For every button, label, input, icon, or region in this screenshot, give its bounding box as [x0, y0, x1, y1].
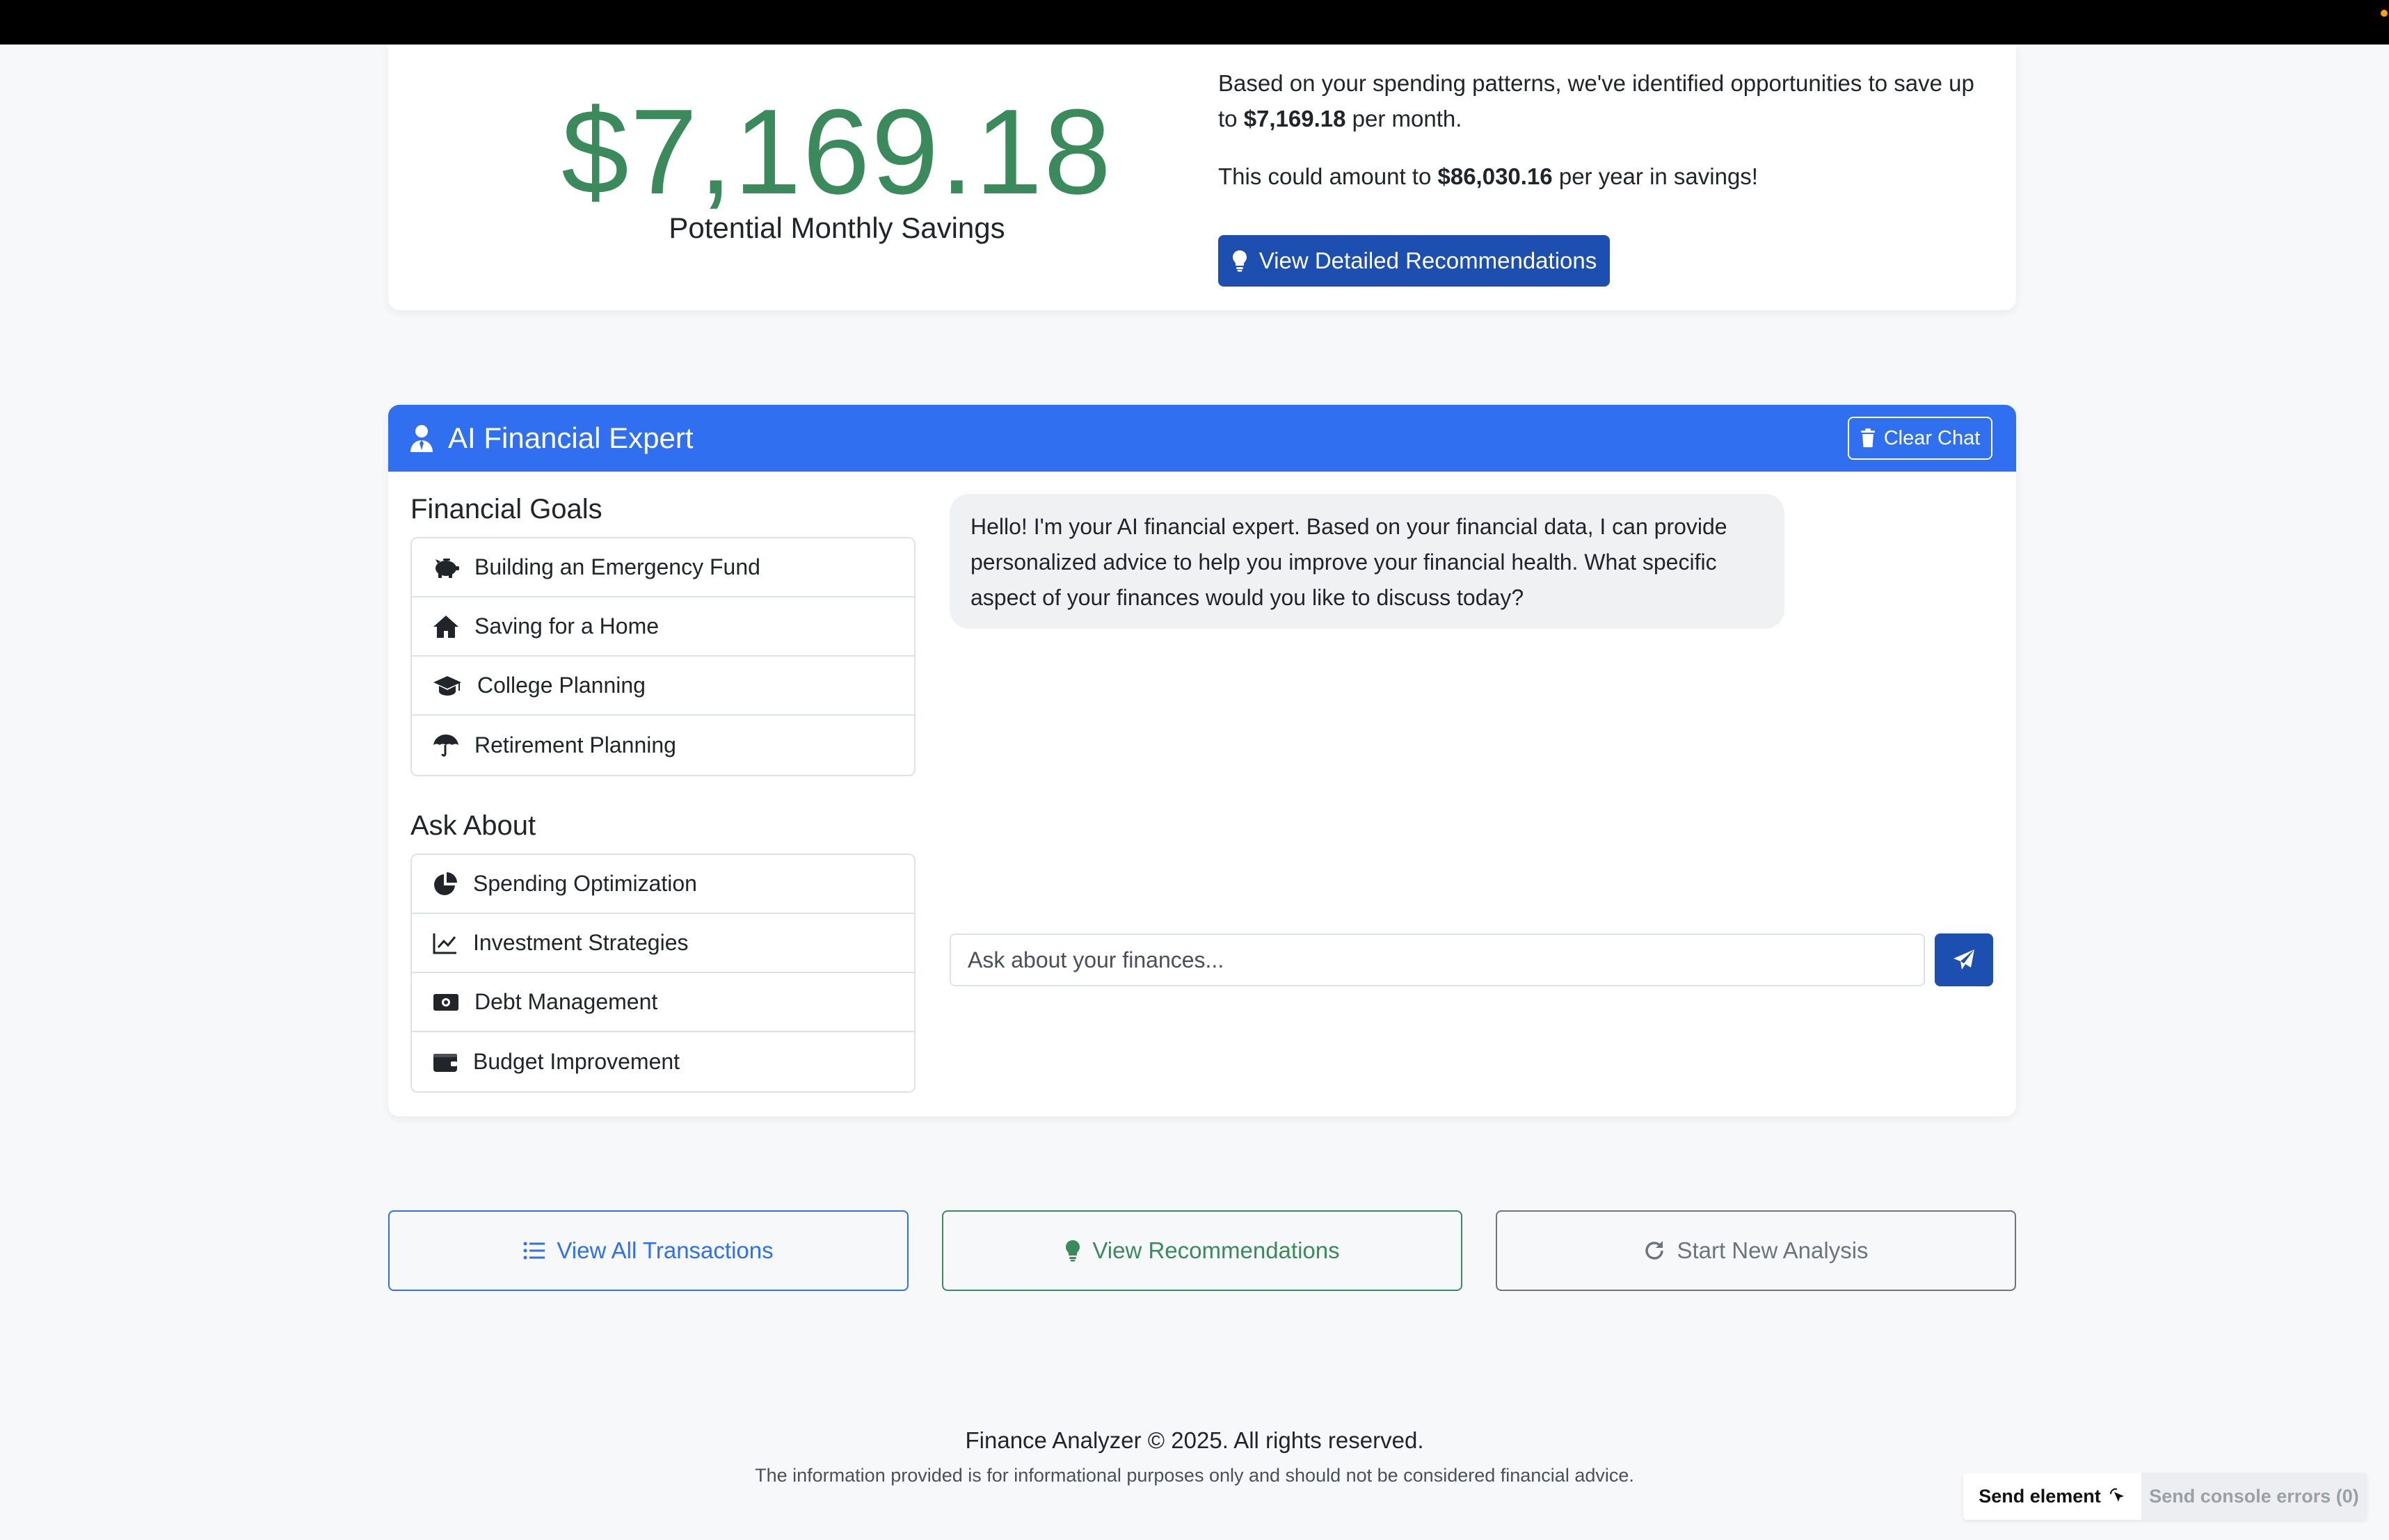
chat-title: AI Financial Expert	[448, 422, 694, 454]
goal-college[interactable]: College Planning	[412, 657, 914, 716]
lightbulb-icon	[1066, 1240, 1080, 1262]
start-new-analysis-button[interactable]: Start New Analysis	[1496, 1210, 2016, 1291]
cursor-click-icon	[2109, 1488, 2124, 1502]
savings-line-yearly: This could amount to $86,030.16 per year…	[1218, 163, 1758, 189]
view-recommendations-button[interactable]: View Recommendations	[942, 1210, 1462, 1291]
savings-amount: $7,169.18	[561, 83, 1113, 219]
goal-emergency-fund[interactable]: Building an Emergency Fund	[412, 538, 914, 597]
umbrella-icon	[433, 734, 458, 757]
user-tie-icon	[410, 425, 433, 452]
ask-investment-strategies[interactable]: Investment Strategies	[412, 914, 914, 973]
devtools-widget: Send element Send console errors (0)	[1963, 1473, 2367, 1520]
paper-plane-icon	[1953, 949, 1974, 970]
savings-card: $7,169.18 Potential Monthly Savings Base…	[388, 45, 2016, 310]
goal-retirement[interactable]: Retirement Planning	[412, 716, 914, 775]
lightbulb-icon	[1232, 250, 1247, 272]
clear-chat-button[interactable]: Clear Chat	[1848, 417, 1992, 460]
footer-copyright: Finance Analyzer © 2025. All rights rese…	[965, 1427, 1424, 1453]
ask-spending-optimization[interactable]: Spending Optimization	[412, 855, 914, 914]
ask-about-list: Spending Optimization Investment Strateg…	[410, 853, 916, 1093]
money-bill-icon	[433, 993, 458, 1011]
pie-chart-icon	[434, 872, 457, 895]
chat-header: AI Financial Expert Clear Chat	[388, 405, 2016, 472]
trash-icon	[1860, 428, 1875, 447]
status-dot	[2381, 10, 2388, 17]
browser-top-bar	[0, 0, 2389, 45]
financial-goals-list: Building an Emergency Fund Saving for a …	[410, 537, 916, 776]
list-icon	[523, 1242, 545, 1260]
financial-goals-title: Financial Goals	[410, 494, 602, 524]
savings-description: Based on your spending patterns, we've i…	[1218, 65, 1997, 216]
ai-expert-card: AI Financial Expert Clear Chat Financial…	[388, 405, 2016, 1116]
savings-line-monthly: Based on your spending patterns, we've i…	[1218, 70, 1974, 131]
send-element-button[interactable]: Send element	[1963, 1473, 2141, 1520]
view-all-transactions-button[interactable]: View All Transactions	[388, 1210, 909, 1291]
graduation-cap-icon	[433, 675, 461, 696]
goal-home[interactable]: Saving for a Home	[412, 597, 914, 657]
ask-budget-improvement[interactable]: Budget Improvement	[412, 1032, 914, 1091]
house-icon	[433, 615, 458, 638]
refresh-icon	[1645, 1241, 1664, 1260]
piggy-bank-icon	[436, 558, 459, 578]
send-console-errors-button[interactable]: Send console errors (0)	[2141, 1486, 2367, 1507]
assistant-message: Hello! I'm your AI financial expert. Bas…	[950, 494, 1784, 629]
line-chart-icon	[433, 933, 456, 954]
send-button[interactable]	[1935, 933, 1993, 986]
view-detailed-recommendations-button[interactable]: View Detailed Recommendations	[1218, 235, 1610, 287]
wallet-icon	[433, 1053, 457, 1072]
chat-input[interactable]	[950, 933, 1925, 986]
savings-label: Potential Monthly Savings	[669, 211, 1005, 244]
ask-about-title: Ask About	[410, 810, 536, 841]
ask-debt-management[interactable]: Debt Management	[412, 973, 914, 1032]
